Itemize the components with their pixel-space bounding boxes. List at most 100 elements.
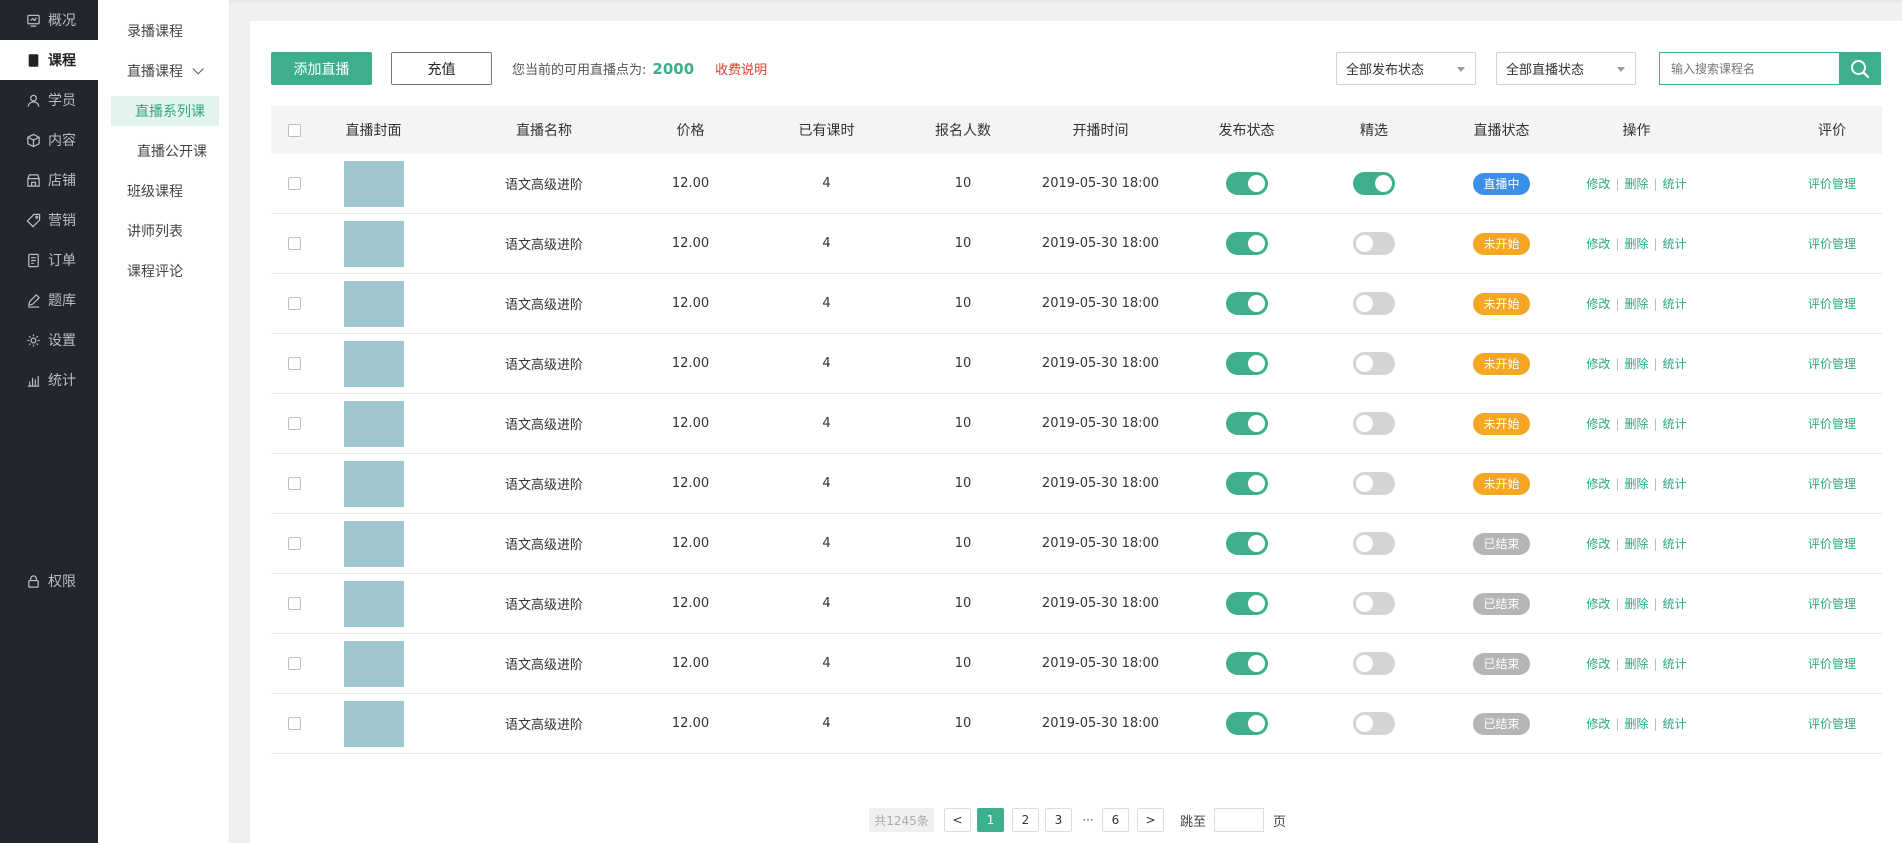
delete-link[interactable]: 删除: [1624, 475, 1648, 492]
stats-link[interactable]: 统计: [1663, 475, 1687, 492]
nav-item-3[interactable]: 内容: [0, 120, 98, 160]
review-manage-link[interactable]: 评价管理: [1808, 175, 1856, 192]
delete-link[interactable]: 删除: [1624, 715, 1648, 732]
stats-link[interactable]: 统计: [1663, 355, 1687, 372]
nav-item-2[interactable]: 学员: [0, 80, 98, 120]
publish-toggle[interactable]: [1225, 352, 1268, 375]
nav-item-7[interactable]: 题库: [0, 280, 98, 320]
row-checkbox[interactable]: [287, 297, 301, 310]
stats-link[interactable]: 统计: [1663, 595, 1687, 612]
featured-toggle[interactable]: [1353, 472, 1395, 495]
delete-link[interactable]: 删除: [1624, 655, 1648, 672]
course-cover-image[interactable]: [343, 160, 404, 207]
publish-toggle[interactable]: [1225, 592, 1268, 615]
review-manage-link[interactable]: 评价管理: [1808, 355, 1856, 372]
featured-toggle[interactable]: [1353, 352, 1395, 375]
publish-toggle[interactable]: [1225, 232, 1268, 255]
subnav-teacher-list[interactable]: 讲师列表: [98, 211, 229, 251]
featured-toggle[interactable]: [1353, 592, 1395, 615]
review-manage-link[interactable]: 评价管理: [1808, 715, 1856, 732]
stats-link[interactable]: 统计: [1663, 175, 1687, 192]
delete-link[interactable]: 删除: [1624, 235, 1648, 252]
page-button-1[interactable]: 1: [977, 808, 1004, 832]
stats-link[interactable]: 统计: [1663, 715, 1687, 732]
live-status-select[interactable]: 全部直播状态: [1496, 52, 1636, 85]
featured-toggle[interactable]: [1353, 292, 1395, 315]
publish-toggle[interactable]: [1225, 532, 1268, 555]
nav-item-5[interactable]: 营销: [0, 200, 98, 240]
course-cover-image[interactable]: [343, 700, 404, 747]
publish-toggle[interactable]: [1225, 412, 1268, 435]
row-checkbox[interactable]: [287, 357, 301, 370]
delete-link[interactable]: 删除: [1624, 535, 1648, 552]
review-manage-link[interactable]: 评价管理: [1808, 655, 1856, 672]
subnav-live-public[interactable]: 直播公开课: [98, 131, 229, 171]
featured-toggle[interactable]: [1353, 412, 1395, 435]
course-cover-image[interactable]: [343, 400, 404, 447]
course-cover-image[interactable]: [343, 460, 404, 507]
featured-toggle[interactable]: [1353, 532, 1395, 555]
nav-item-8[interactable]: 设置: [0, 320, 98, 360]
delete-link[interactable]: 删除: [1624, 355, 1648, 372]
nav-item-0[interactable]: 概况: [0, 0, 98, 40]
page-button-last[interactable]: 6: [1102, 808, 1129, 832]
delete-link[interactable]: 删除: [1624, 415, 1648, 432]
page-button-2[interactable]: 2: [1012, 808, 1039, 832]
subnav-recorded-course[interactable]: 录播课程: [98, 11, 229, 51]
stats-link[interactable]: 统计: [1663, 415, 1687, 432]
delete-link[interactable]: 删除: [1624, 175, 1648, 192]
row-checkbox[interactable]: [287, 237, 301, 250]
row-checkbox[interactable]: [287, 537, 301, 550]
edit-link[interactable]: 修改: [1586, 595, 1610, 612]
stats-link[interactable]: 统计: [1663, 535, 1687, 552]
course-cover-image[interactable]: [343, 340, 404, 387]
publish-toggle[interactable]: [1225, 172, 1268, 195]
review-manage-link[interactable]: 评价管理: [1808, 535, 1856, 552]
fee-note-link[interactable]: 收费说明: [715, 59, 767, 78]
edit-link[interactable]: 修改: [1586, 655, 1610, 672]
review-manage-link[interactable]: 评价管理: [1808, 595, 1856, 612]
review-manage-link[interactable]: 评价管理: [1808, 415, 1856, 432]
nav-item-1[interactable]: 课程: [0, 40, 98, 80]
stats-link[interactable]: 统计: [1663, 295, 1687, 312]
row-checkbox[interactable]: [287, 597, 301, 610]
edit-link[interactable]: 修改: [1586, 295, 1610, 312]
nav-item-permission[interactable]: 权限: [0, 561, 98, 601]
edit-link[interactable]: 修改: [1586, 175, 1610, 192]
course-cover-image[interactable]: [343, 580, 404, 627]
prev-page-button[interactable]: <: [944, 808, 971, 832]
nav-item-9[interactable]: 统计: [0, 360, 98, 400]
stats-link[interactable]: 统计: [1663, 235, 1687, 252]
subnav-live-series[interactable]: 直播系列课: [111, 96, 219, 126]
featured-toggle[interactable]: [1353, 652, 1395, 675]
review-manage-link[interactable]: 评价管理: [1808, 295, 1856, 312]
publish-toggle[interactable]: [1225, 712, 1268, 735]
row-checkbox[interactable]: [287, 717, 301, 730]
edit-link[interactable]: 修改: [1586, 355, 1610, 372]
page-button-3[interactable]: 3: [1045, 808, 1072, 832]
publish-status-select[interactable]: 全部发布状态: [1336, 52, 1476, 85]
subnav-course-comment[interactable]: 课程评论: [98, 251, 229, 291]
select-all-checkbox[interactable]: [287, 123, 301, 137]
row-checkbox[interactable]: [287, 657, 301, 670]
search-button[interactable]: [1839, 52, 1881, 85]
delete-link[interactable]: 删除: [1624, 595, 1648, 612]
page-jump-input[interactable]: [1214, 808, 1265, 832]
edit-link[interactable]: 修改: [1586, 415, 1610, 432]
publish-toggle[interactable]: [1225, 292, 1268, 315]
recharge-button[interactable]: 充值: [391, 52, 492, 85]
edit-link[interactable]: 修改: [1586, 235, 1610, 252]
subnav-class-course[interactable]: 班级课程: [98, 171, 229, 211]
publish-toggle[interactable]: [1225, 652, 1268, 675]
course-cover-image[interactable]: [343, 280, 404, 327]
course-cover-image[interactable]: [343, 640, 404, 687]
course-cover-image[interactable]: [343, 520, 404, 567]
edit-link[interactable]: 修改: [1586, 475, 1610, 492]
review-manage-link[interactable]: 评价管理: [1808, 475, 1856, 492]
nav-item-6[interactable]: 订单: [0, 240, 98, 280]
publish-toggle[interactable]: [1225, 472, 1268, 495]
row-checkbox[interactable]: [287, 177, 301, 190]
stats-link[interactable]: 统计: [1663, 655, 1687, 672]
row-checkbox[interactable]: [287, 417, 301, 430]
edit-link[interactable]: 修改: [1586, 715, 1610, 732]
